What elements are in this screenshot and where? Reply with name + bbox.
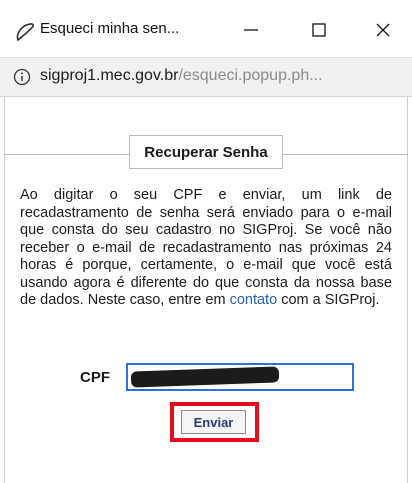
title-bar: Esqueci minha sen... — [0, 0, 412, 57]
recover-password-legend: Recuperar Senha — [129, 135, 283, 169]
window-title: Esqueci minha sen... — [40, 20, 180, 37]
maximize-button[interactable] — [296, 8, 342, 52]
instructions-text: Ao digitar o seu CPF e enviar, um link d… — [20, 187, 392, 310]
page-content: Recuperar Senha Ao digitar o seu CPF e e… — [0, 97, 412, 483]
maximize-icon — [312, 23, 326, 37]
minimize-icon — [244, 29, 258, 31]
cpf-label: CPF — [80, 369, 110, 386]
address-bar[interactable]: sigproj1.mec.gov.br/esqueci.popup.ph... — [0, 57, 412, 97]
edge-browser-icon — [16, 23, 34, 42]
url-host: sigproj1.mec.gov.br — [40, 67, 179, 84]
minimize-button[interactable] — [228, 8, 274, 52]
url-text[interactable]: sigproj1.mec.gov.br/esqueci.popup.ph... — [40, 67, 323, 85]
info-icon[interactable] — [13, 68, 31, 86]
contact-link[interactable]: contato — [230, 292, 278, 308]
browser-popup-window: Esqueci minha sen... sigproj1.mec.gov.br… — [0, 0, 412, 483]
url-path: /esqueci.popup.ph... — [178, 67, 323, 84]
close-icon — [376, 23, 390, 37]
instructions-suffix: com a SIGProj. — [281, 292, 380, 308]
send-button[interactable]: Enviar — [181, 410, 246, 434]
instructions-body: Ao digitar o seu CPF e enviar, um link d… — [20, 187, 392, 308]
close-button[interactable] — [360, 8, 406, 52]
